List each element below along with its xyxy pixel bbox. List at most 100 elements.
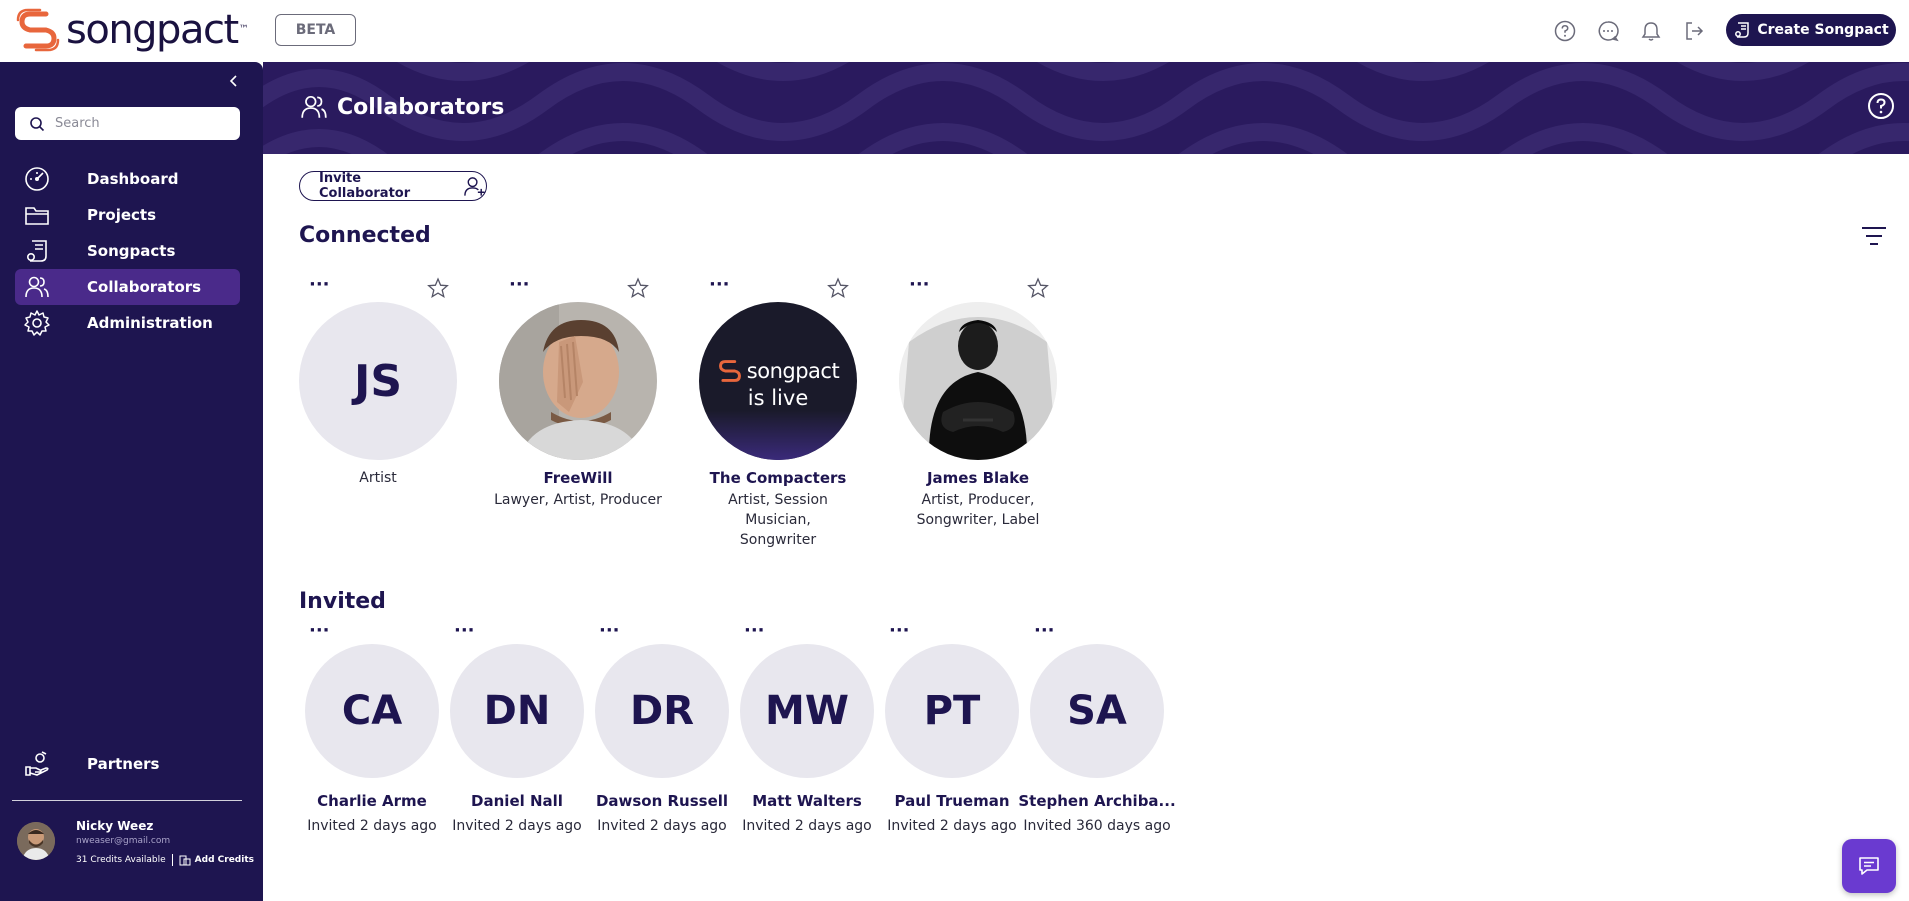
avatar [899,302,1057,460]
collaborator-roles: Artist, Session Musician, Songwriter [728,492,828,548]
user-email: nweaser@gmail.com [76,836,171,846]
help-icon[interactable] [1867,92,1895,120]
chat-icon[interactable] [1595,18,1621,44]
chat-icon [1859,857,1879,875]
invite-collaborator-button[interactable]: Invite Collaborator [299,171,487,201]
more-options-icon[interactable]: ··· [309,622,330,640]
collaborator-name: James Blake [926,469,1030,487]
star-icon[interactable] [627,277,649,299]
support-chat-button[interactable] [1842,839,1896,893]
folder-icon [23,201,51,229]
sidebar-item-label: Administration [87,314,213,332]
sidebar-divider [12,800,242,801]
avatar-initials: DR [629,688,694,734]
avatar-initials: MW [765,688,849,734]
more-options-icon[interactable]: ··· [509,276,530,294]
avatar-initials: SA [1067,688,1127,734]
promo-text: is live [747,386,809,410]
sidebar-item-dashboard[interactable]: Dashboard [15,161,240,197]
search-box [15,107,240,140]
songpact-logo-icon [16,8,60,52]
search-input[interactable] [55,116,225,131]
help-icon[interactable] [1552,18,1578,44]
chevron-left-icon[interactable] [225,72,243,90]
songpact-icon [23,237,51,265]
more-options-icon[interactable]: ··· [889,622,910,640]
sidebar-item-collaborators[interactable]: Collaborators [15,269,240,305]
logout-icon[interactable] [1681,18,1707,44]
bell-icon[interactable] [1638,18,1664,44]
sidebar-item-partners[interactable]: Partners [15,746,240,782]
add-credits-link[interactable]: Add Credits [179,854,254,866]
top-bar: songpact™ BETA Create Songpact [0,0,1909,62]
more-options-icon[interactable]: ··· [709,276,730,294]
avatar-initials: JS [353,355,403,407]
users-icon [23,273,51,301]
promo-gradient [699,410,857,460]
avatar: JS [299,302,457,460]
avatar-initials: DN [483,688,551,734]
page-banner: Collaborators [263,62,1909,154]
sidebar-item-administration[interactable]: Administration [15,305,240,341]
sidebar-item-label: Projects [87,206,157,224]
avatar [499,302,657,460]
more-options-icon[interactable]: ··· [309,276,330,294]
page-title: Collaborators [299,92,504,122]
more-options-icon[interactable]: ··· [909,276,930,294]
avatar: songpact is live [699,302,857,460]
handshake-icon [23,750,51,778]
gear-icon [23,309,51,337]
star-icon[interactable] [1027,277,1049,299]
avatar: DR [595,644,729,778]
sidebar-item-label: Songpacts [87,242,176,260]
banner-pattern [263,62,1909,154]
collaborator-roles: Artist, Producer, Songwriter, Label [916,492,1040,528]
more-options-icon[interactable]: ··· [1034,622,1055,640]
create-songpact-button[interactable]: Create Songpact [1726,14,1896,46]
filter-icon[interactable] [1860,224,1888,248]
avatar: PT [885,644,1019,778]
sidebar-item-label: Collaborators [87,278,202,296]
star-icon[interactable] [427,277,449,299]
collaborator-roles: Lawyer, Artist, Producer [494,492,662,508]
sidebar-item-label: Dashboard [87,170,179,188]
star-icon[interactable] [827,277,849,299]
sidebar-item-label: Partners [87,755,160,773]
more-options-icon[interactable]: ··· [744,622,765,640]
invitee-name: Stephen Archiba... [1018,792,1176,810]
add-user-icon [464,177,485,196]
coins-icon [179,855,191,866]
collaborator-photo [899,302,1057,460]
songpact-logo[interactable]: songpact™ [16,7,249,53]
brand-tm: ™ [238,24,249,35]
dashboard-icon [23,165,51,193]
collaborator-roles: Artist [359,470,397,486]
invited-heading: Invited [299,589,386,614]
sidebar-item-songpacts[interactable]: Songpacts [15,233,240,269]
beta-badge: BETA [275,14,356,46]
search-icon [30,116,45,131]
avatar: CA [305,644,439,778]
songpact-icon [1735,22,1750,38]
invite-collaborator-label: Invite Collaborator [319,171,411,201]
avatar[interactable] [17,822,55,860]
more-options-icon[interactable]: ··· [454,622,475,640]
create-songpact-label: Create Songpact [1757,22,1889,38]
sidebar: Dashboard Projects Songpacts Collaborato… [0,62,263,901]
credits-available: 31 Credits Available [76,855,166,865]
avatar: MW [740,644,874,778]
sidebar-item-projects[interactable]: Projects [15,197,240,233]
brand-name: songpact [66,7,239,53]
songpact-logo-icon [718,360,741,382]
avatar: DN [450,644,584,778]
avatar-initials: PT [923,688,981,734]
user-name: Nicky Weez [76,819,154,833]
users-icon [301,95,327,118]
divider [171,854,173,866]
collaborator-photo [499,302,657,460]
add-credits-label: Add Credits [194,855,254,865]
promo-brand: songpact [746,359,840,383]
promo-logo: songpact [717,358,840,384]
credits-row: 31 Credits Available Add Credits [76,854,254,866]
more-options-icon[interactable]: ··· [599,622,620,640]
